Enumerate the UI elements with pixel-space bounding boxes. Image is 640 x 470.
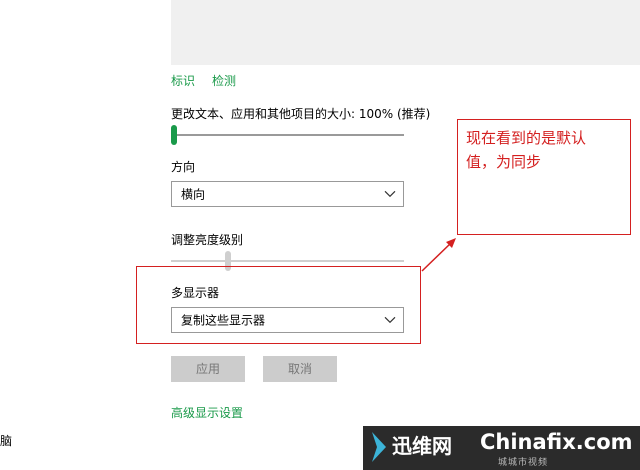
watermark-brand-en: Chinafix.com [480,430,633,454]
watermark-brand-cn: 迅维网 [392,434,452,458]
chevron-right-icon [372,432,386,462]
annotation-arrow [421,238,456,272]
watermark-subtext: 城城市视频 [498,458,549,468]
